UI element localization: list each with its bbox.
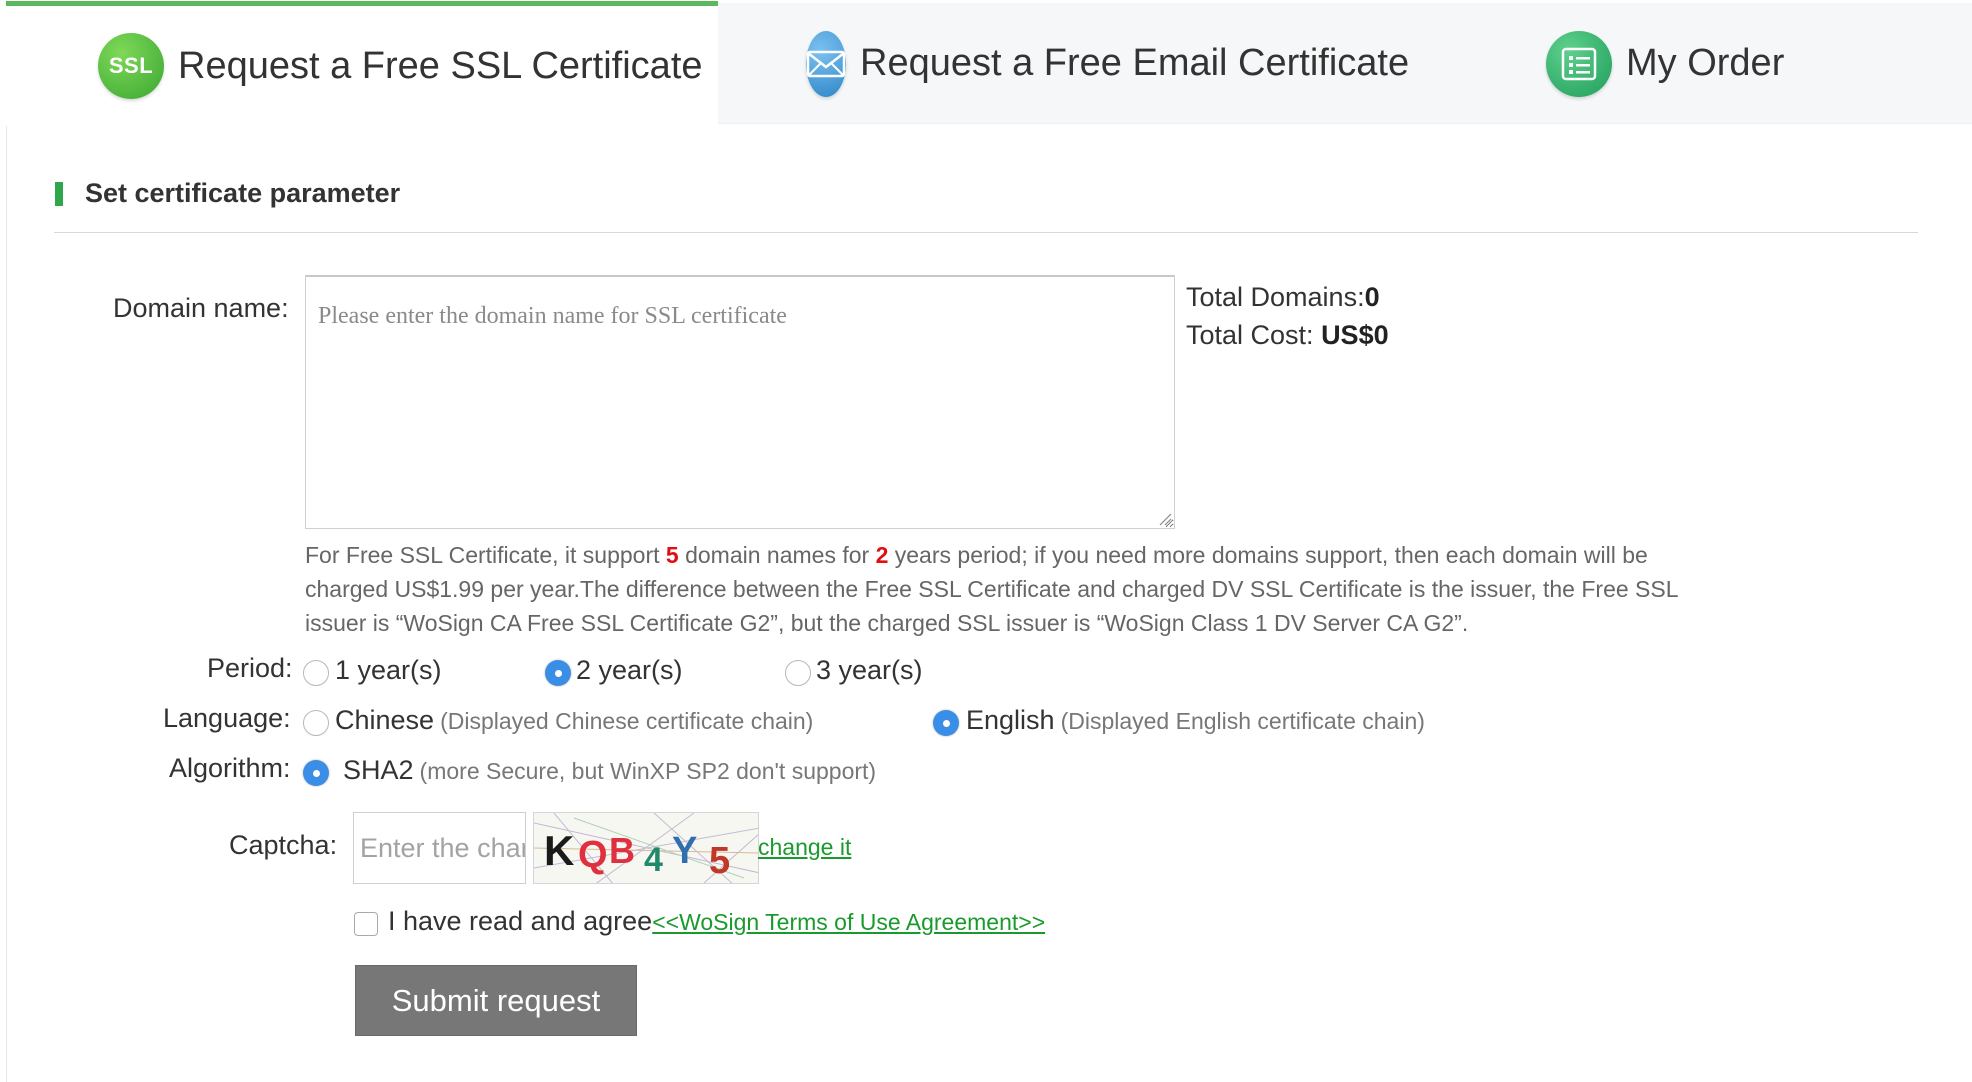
algorithm-sha2-hint: (more Secure, but WinXP SP2 don't suppor… xyxy=(419,758,877,784)
agree-checkbox[interactable] xyxy=(354,912,378,936)
submit-request-button[interactable]: Submit request xyxy=(355,965,637,1036)
total-cost-value: US$0 xyxy=(1321,320,1389,350)
section-heading: Set certificate parameter xyxy=(55,178,400,209)
total-domains-value: 0 xyxy=(1364,282,1380,312)
algorithm-sha2-option[interactable]: SHA2 (more Secure, but WinXP SP2 don't su… xyxy=(343,755,876,786)
captcha-image[interactable]: K Q B 4 Y 5 xyxy=(533,812,759,884)
language-english-option[interactable]: English (Displayed English certificate ch… xyxy=(966,705,1425,736)
language-english-hint: (Displayed English certificate chain) xyxy=(1060,708,1425,734)
note-text: domain names for xyxy=(678,542,876,568)
mail-icon xyxy=(806,30,846,97)
tab-my-order[interactable]: My Order xyxy=(1546,3,1946,124)
order-list-icon xyxy=(1546,30,1612,97)
captcha-char: B xyxy=(609,830,635,871)
note-year-count: 2 xyxy=(875,542,889,568)
language-english-name: English xyxy=(966,705,1055,735)
tab-free-ssl-label: Request a Free SSL Certificate xyxy=(178,44,703,87)
section-title: Set certificate parameter xyxy=(85,178,401,208)
note-domain-count: 5 xyxy=(665,542,679,568)
period-3-year-label[interactable]: 3 year(s) xyxy=(816,655,923,686)
terms-of-use-link[interactable]: <<WoSign Terms of Use Agreement>> xyxy=(652,909,1045,935)
period-1-year-label[interactable]: 1 year(s) xyxy=(335,655,442,686)
captcha-char: 4 xyxy=(644,841,663,879)
captcha-char: K xyxy=(544,827,574,874)
tab-free-email-label: Request a Free Email Certificate xyxy=(860,42,1410,84)
language-chinese-option[interactable]: Chinese (Displayed Chinese certificate ch… xyxy=(335,705,813,736)
total-domains-label: Total Domains: xyxy=(1186,282,1365,312)
period-3-year-radio[interactable] xyxy=(785,660,811,686)
ssl-icon: SSL xyxy=(98,33,164,99)
note-text: For Free SSL Certificate, it support xyxy=(305,542,666,568)
tab-free-email[interactable]: Request a Free Email Certificate xyxy=(806,3,1410,124)
period-2-year-label[interactable]: 2 year(s) xyxy=(576,655,683,686)
algorithm-label: Algorithm: xyxy=(169,753,291,783)
agree-label: I have read and agree xyxy=(388,906,653,936)
captcha-char: 5 xyxy=(709,840,730,882)
total-domains: Total Domains:0 xyxy=(1186,278,1389,316)
language-label: Language: xyxy=(163,703,291,733)
algorithm-sha2-name: SHA2 xyxy=(343,755,414,785)
tab-my-order-label: My Order xyxy=(1626,42,1785,84)
captcha-input[interactable] xyxy=(353,812,526,884)
agree-text: I have read and agree<<WoSign Terms of U… xyxy=(388,906,1045,937)
captcha-char: Y xyxy=(672,830,697,872)
language-chinese-name: Chinese xyxy=(335,705,435,735)
language-english-radio[interactable] xyxy=(933,710,959,736)
ssl-info-note: For Free SSL Certificate, it support 5 d… xyxy=(305,538,1725,640)
captcha-change-link[interactable]: change it xyxy=(758,834,851,861)
tab-free-ssl[interactable]: SSL Request a Free SSL Certificate xyxy=(6,1,718,126)
tab-bar: SSL Request a Free SSL Certificate Reque… xyxy=(6,1,1972,126)
language-chinese-hint: (Displayed Chinese certificate chain) xyxy=(440,708,814,734)
period-2-year-radio[interactable] xyxy=(545,660,571,686)
captcha-char: Q xyxy=(578,834,608,876)
domain-name-textarea[interactable] xyxy=(305,275,1175,529)
resize-grip-icon[interactable] xyxy=(1158,512,1172,526)
domain-name-label: Domain name: xyxy=(113,293,289,323)
section-marker xyxy=(55,181,63,206)
period-label: Period: xyxy=(207,653,293,683)
captcha-label: Captcha: xyxy=(229,830,338,860)
section-divider xyxy=(54,232,1918,233)
algorithm-sha2-radio[interactable] xyxy=(303,760,329,786)
period-1-year-radio[interactable] xyxy=(303,660,329,686)
totals-panel: Total Domains:0 Total Cost: US$0 xyxy=(1186,278,1389,354)
language-chinese-radio[interactable] xyxy=(303,710,329,736)
total-cost-label: Total Cost: xyxy=(1186,320,1322,350)
total-cost: Total Cost: US$0 xyxy=(1186,316,1389,354)
